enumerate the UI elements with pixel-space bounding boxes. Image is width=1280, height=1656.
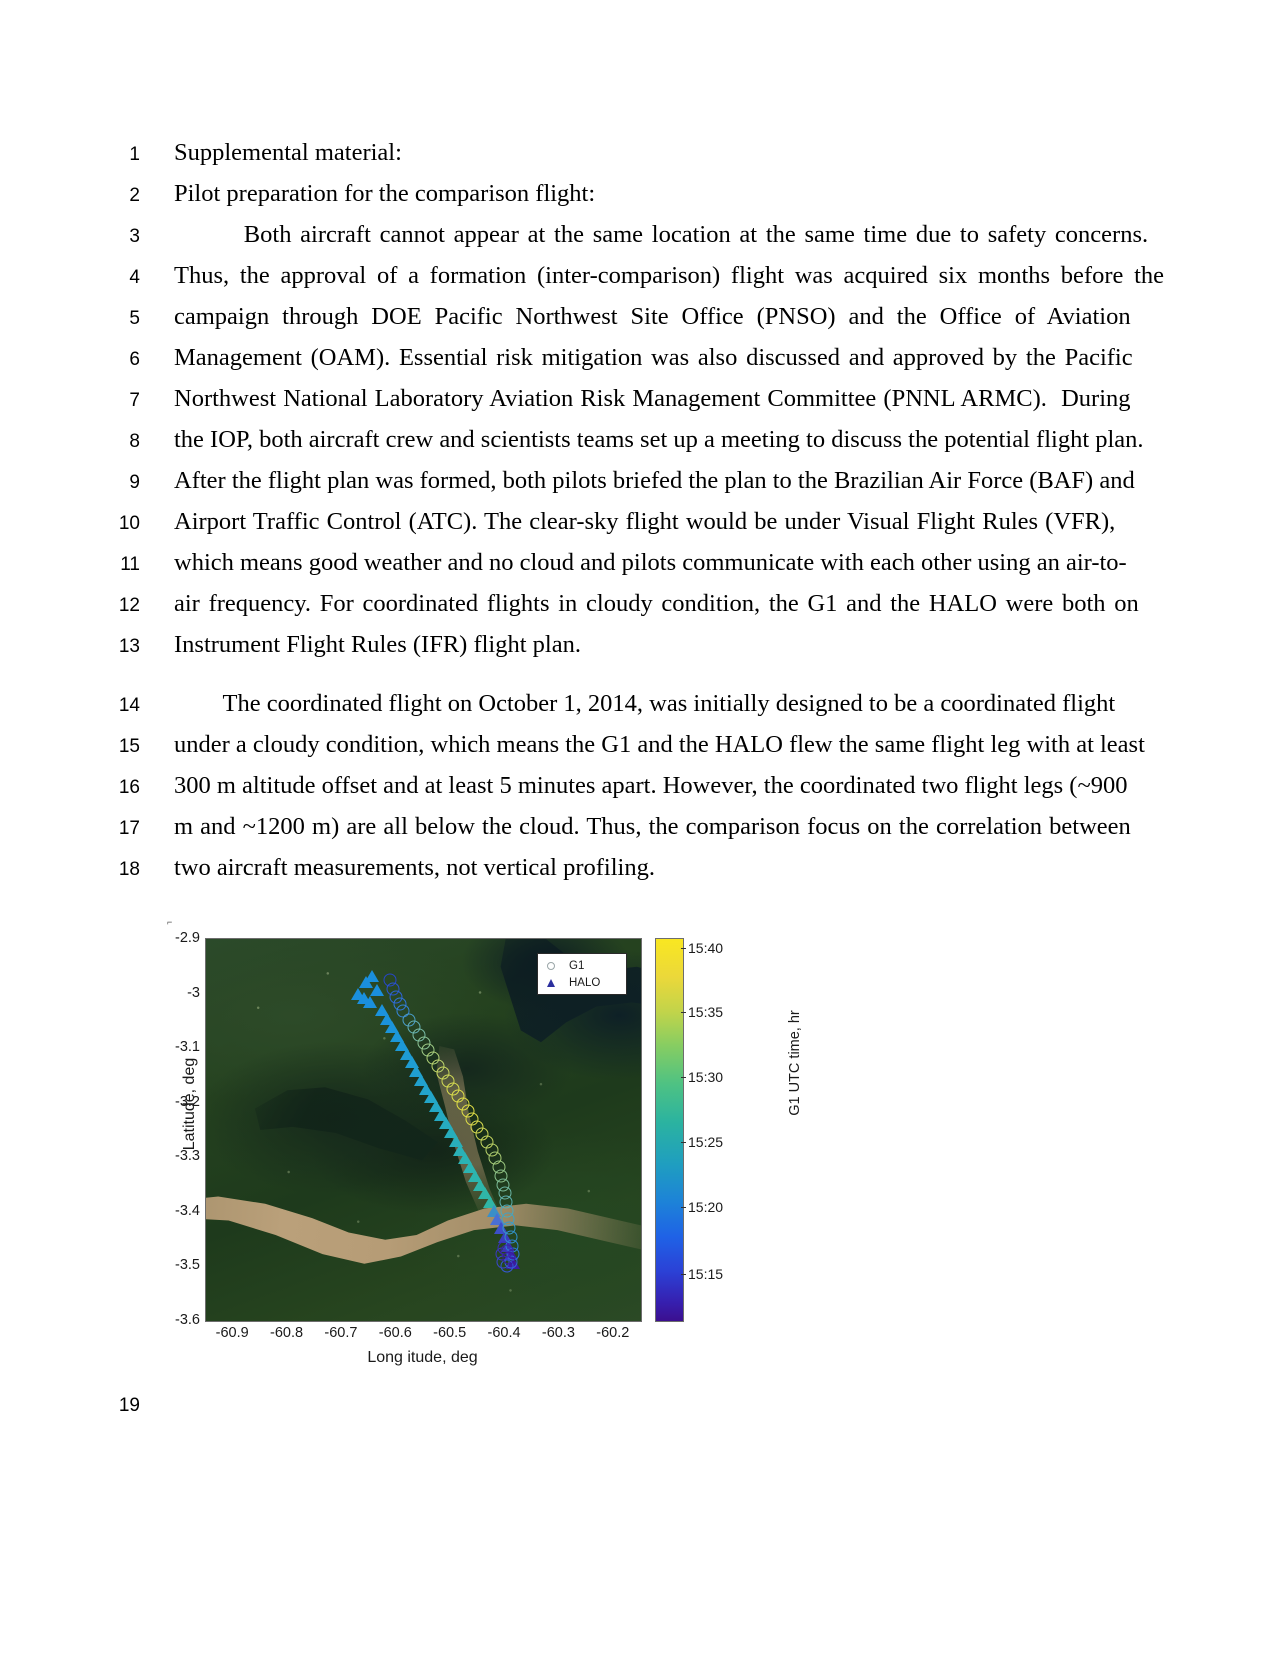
line-text: m and ~1200 m) are all below the cloud. … bbox=[174, 813, 1131, 840]
line-number: 13 bbox=[118, 636, 140, 657]
line-number: 10 bbox=[118, 513, 140, 534]
flight-track-figure: ⌐ G1 HALO -2.9 -3 -3.1 -3.2 -3.3 -3.4 -3… bbox=[150, 905, 803, 1385]
figure-top-mark: ⌐ bbox=[167, 917, 173, 927]
legend-entry-halo: HALO bbox=[538, 974, 626, 991]
flight-track-layer bbox=[206, 939, 641, 1321]
document-line: 10 Airport Traffic Control (ATC). The cle… bbox=[88, 501, 1115, 542]
y-tick-label: -2.9 bbox=[175, 930, 200, 946]
colorbar-tick-label: 15:20 bbox=[680, 1199, 724, 1216]
document-line: 17 m and ~1200 m) are all below the cloud… bbox=[88, 806, 1131, 847]
line-number: 18 bbox=[118, 859, 140, 880]
document-line: 11 which means good weather and no cloud … bbox=[88, 542, 1126, 583]
line-number: 11 bbox=[120, 554, 140, 575]
line-text: which means good weather and no cloud an… bbox=[174, 549, 1127, 576]
line-text: under a cloudy condition, which means th… bbox=[174, 731, 1145, 758]
circle-marker-icon bbox=[547, 961, 569, 970]
line-number: 4 bbox=[129, 267, 140, 288]
colorbar-tick-label: 15:40 bbox=[680, 939, 724, 956]
y-tick-label: -3 bbox=[187, 984, 200, 1001]
x-axis-ticks: -60.9 -60.8 -60.7 -60.6 -60.5 -60.4 -60.3 -60.2 bbox=[205, 1325, 640, 1345]
colorbar-ticks: 15:15 15:20 15:25 15:30 15:35 15:40 bbox=[655, 938, 775, 1320]
halo-track-marker bbox=[370, 984, 385, 997]
legend-label-g1: G1 bbox=[569, 959, 585, 972]
document-body: 1 Supplemental material: 2 Pilot preparatio… bbox=[88, 132, 1164, 888]
x-tick-label: -60.3 bbox=[541, 1325, 575, 1341]
document-line: 6 Management (OAM). Essential risk mitiga… bbox=[88, 337, 1132, 378]
colorbar-tick-label: 15:30 bbox=[680, 1069, 724, 1086]
document-line: 8 the IOP, both aircraft crew and scienti… bbox=[88, 419, 1143, 460]
y-tick-label: -3.5 bbox=[175, 1257, 200, 1274]
x-axis-label: Long itude, deg bbox=[367, 1349, 478, 1366]
line-text: campaign through DOE Pacific Northwest S… bbox=[174, 303, 1131, 330]
document-line: 14 The coordinated flight on October 1, … bbox=[88, 683, 1115, 724]
document-line: 16 300 m altitude offset and at least 5 m… bbox=[88, 765, 1128, 806]
document-page: 1 Supplemental material: 2 Pilot preparatio… bbox=[0, 0, 1280, 1656]
y-tick-label: -3.4 bbox=[175, 1202, 200, 1219]
document-line: 2 Pilot preparation for the comparison fl… bbox=[88, 173, 1088, 214]
line-number: 1 bbox=[129, 144, 140, 165]
legend-entry-g1: G1 bbox=[538, 957, 626, 974]
line-number: 3 bbox=[129, 226, 140, 247]
y-axis-label: Latitude, deg bbox=[181, 1057, 198, 1151]
line-number: 7 bbox=[129, 390, 140, 411]
x-tick-label: -60.8 bbox=[270, 1325, 304, 1341]
line-text: After the flight plan was formed, both p… bbox=[174, 467, 1135, 494]
line-number-19: 19 bbox=[118, 1395, 140, 1416]
line-text: Management (OAM). Essential risk mitigat… bbox=[174, 344, 1133, 371]
colorbar-tick-label: 15:25 bbox=[680, 1134, 724, 1151]
colorbar-tick-label: 15:35 bbox=[680, 1004, 724, 1021]
line-number: 5 bbox=[129, 308, 140, 329]
document-line: 3 Both aircraft cannot appear at the sam… bbox=[88, 214, 1148, 255]
line-text: Airport Traffic Control (ATC). The clear… bbox=[174, 508, 1116, 535]
x-tick-label: -60.2 bbox=[596, 1325, 630, 1341]
document-line: 4 Thus, the approval of a formation (inte… bbox=[88, 255, 1164, 296]
halo-track-marker bbox=[365, 970, 380, 983]
line-text: Northwest National Laboratory Aviation R… bbox=[174, 385, 1131, 412]
line-text: Thus, the approval of a formation (inter… bbox=[174, 262, 1165, 289]
x-tick-label: -60.5 bbox=[433, 1325, 467, 1341]
colorbar-label: G1 UTC time, hr bbox=[787, 1010, 803, 1116]
y-tick-label: -3.6 bbox=[175, 1312, 200, 1328]
x-tick-label: -60.4 bbox=[487, 1325, 521, 1341]
line-number: 2 bbox=[129, 185, 140, 206]
line-number: 17 bbox=[118, 818, 140, 839]
line-number: 9 bbox=[129, 472, 140, 493]
document-line: 15 under a cloudy condition, which means … bbox=[88, 724, 1145, 765]
x-tick-label: -60.6 bbox=[378, 1325, 412, 1341]
map-axes: G1 HALO bbox=[205, 938, 642, 1322]
line-text: the IOP, both aircraft crew and scientis… bbox=[174, 426, 1144, 453]
document-line: 9 After the flight plan was formed, both … bbox=[88, 460, 1134, 501]
line-number: 15 bbox=[118, 736, 140, 757]
line-text: Instrument Flight Rules (IFR) flight pla… bbox=[174, 631, 581, 658]
line-number: 8 bbox=[129, 431, 140, 452]
line-text: two aircraft measurements, not vertical … bbox=[174, 854, 655, 881]
document-line: 7 Northwest National Laboratory Aviation … bbox=[88, 378, 1130, 419]
colorbar-tick-label: 15:15 bbox=[680, 1266, 724, 1283]
line-number: 16 bbox=[118, 777, 140, 798]
x-tick-label: -60.9 bbox=[215, 1325, 249, 1341]
document-line: 18 two aircraft measurements, not vertica… bbox=[88, 847, 1088, 888]
line-text: The coordinated flight on October 1, 201… bbox=[174, 690, 1116, 717]
line-text: Pilot preparation for the comparison fli… bbox=[174, 180, 596, 207]
line-text: 300 m altitude offset and at least 5 min… bbox=[174, 772, 1128, 799]
x-tick-label: -60.7 bbox=[324, 1325, 358, 1341]
document-line: 12 air frequency. For coordinated flights… bbox=[88, 583, 1139, 624]
document-line: 5 campaign through DOE Pacific Northwest … bbox=[88, 296, 1130, 337]
line-number: 6 bbox=[129, 349, 140, 370]
line-text: Supplemental material: bbox=[174, 139, 402, 166]
line-text: air frequency. For coordinated flights i… bbox=[174, 590, 1139, 617]
document-line: 1 Supplemental material: bbox=[88, 132, 1088, 173]
document-line: 13 Instrument Flight Rules (IFR) flight p… bbox=[88, 624, 1088, 665]
line-number: 12 bbox=[118, 595, 140, 616]
legend-label-halo: HALO bbox=[569, 976, 601, 989]
line-number: 14 bbox=[118, 695, 140, 716]
plot-legend: G1 HALO bbox=[537, 953, 627, 995]
g1-track-marker bbox=[502, 1251, 516, 1265]
line-text: Both aircraft cannot appear at the same … bbox=[174, 221, 1149, 248]
triangle-marker-icon bbox=[547, 978, 569, 987]
